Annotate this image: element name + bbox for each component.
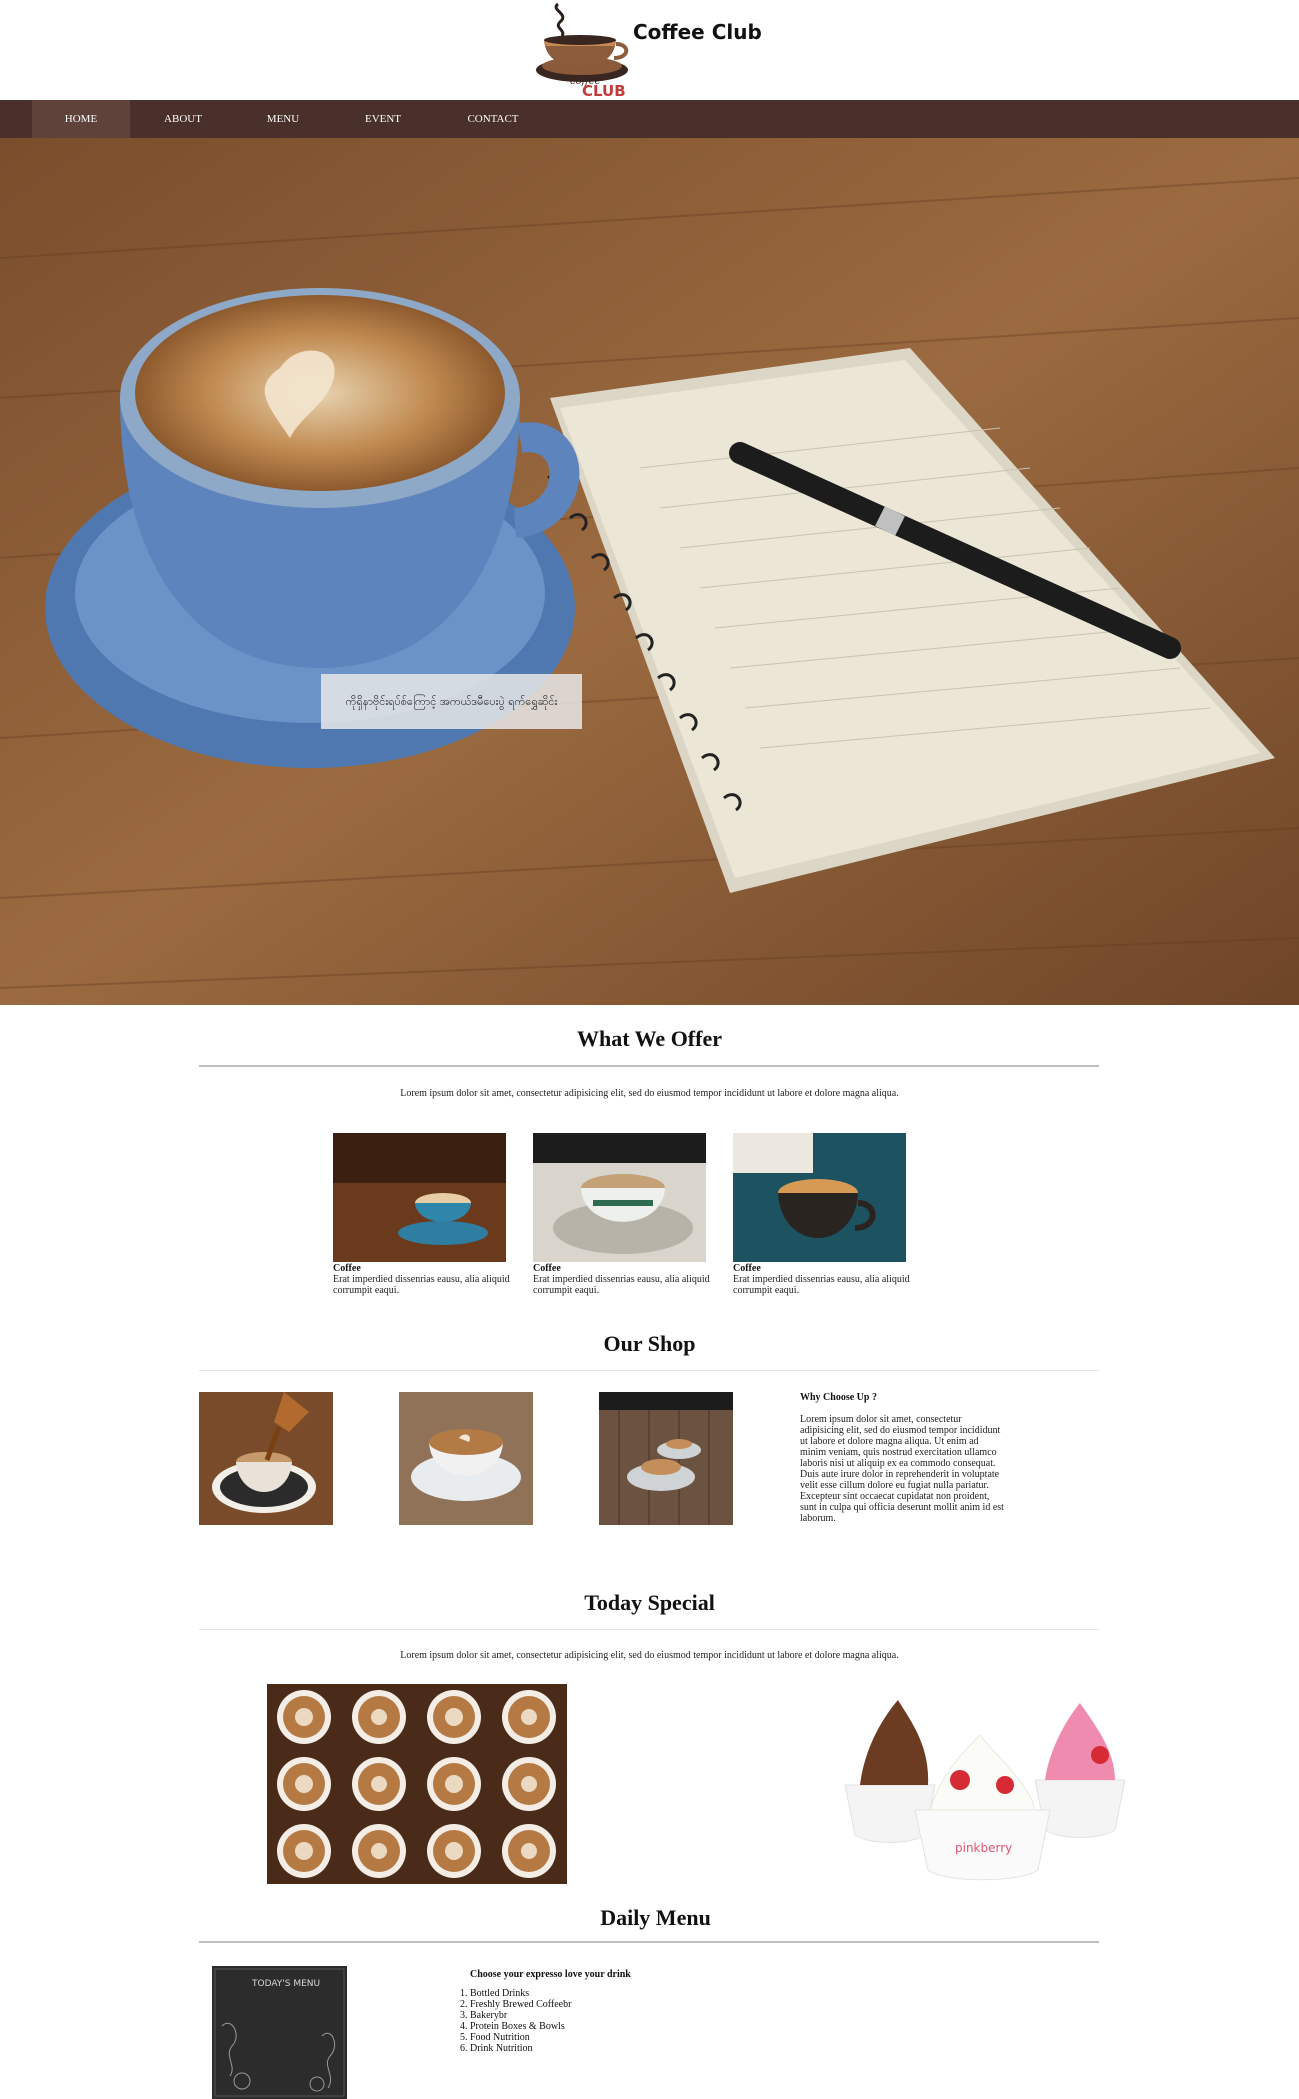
latte-art-grid-image[interactable] — [267, 1684, 567, 1884]
daily-menu-heading: Daily Menu — [600, 1905, 711, 1930]
hero-image — [0, 138, 1299, 1005]
offer-divider — [199, 1065, 1099, 1067]
daily-menu-list: Bottled Drinks Freshly Brewed Coffeebr B… — [459, 1988, 571, 2054]
nav-menu[interactable]: MENU — [242, 100, 324, 138]
hero-caption: ကိုရှိနာဗိုင်းရပ်စ်ကြောင့် အကယ်ဒမီပေးပွဲ… — [321, 674, 582, 729]
why-choose-title: Why Choose Up ? — [800, 1392, 877, 1403]
offer-card-title: Coffee — [533, 1263, 561, 1274]
svg-text:pinkberry: pinkberry — [955, 1841, 1012, 1855]
daily-menu-list-title: Choose your expresso love your drink — [470, 1969, 631, 1980]
main-navbar: HOME ABOUT MENU EVENT CONTACT — [0, 100, 1299, 138]
hero-banner: ကိုရှိနာဗိုင်းရပ်စ်ကြောင့် အကယ်ဒမီပေးပွဲ… — [0, 138, 1299, 1005]
chalkboard-menu-image[interactable]: TODAY'S MENU — [212, 1966, 347, 2099]
offer-card-text: Erat imperdied dissenrias eausu, alia al… — [333, 1274, 510, 1296]
shop-image[interactable] — [199, 1392, 333, 1525]
offer-card-image[interactable] — [733, 1133, 906, 1262]
nav-event[interactable]: EVENT — [342, 100, 424, 138]
list-item: Bakerybr — [470, 2010, 571, 2021]
list-item: Freshly Brewed Coffeebr — [470, 1999, 571, 2010]
special-intro: Lorem ipsum dolor sit amet, consectetur … — [400, 1650, 899, 1661]
offer-card-text: Erat imperdied dissenrias eausu, alia al… — [733, 1274, 910, 1296]
shop-image[interactable] — [599, 1392, 733, 1525]
special-heading: Today Special — [584, 1590, 715, 1615]
list-item: Bottled Drinks — [470, 1988, 571, 1999]
offer-intro: Lorem ipsum dolor sit amet, consectetur … — [400, 1088, 899, 1099]
coffee-cup-logo-icon: coffee CLUB — [536, 2, 629, 100]
list-item: Drink Nutrition — [470, 2043, 571, 2054]
offer-card-image[interactable] — [333, 1133, 506, 1262]
special-divider — [199, 1629, 1099, 1630]
shop-image[interactable] — [399, 1392, 533, 1525]
site-title: Coffee Club — [633, 20, 762, 44]
nav-about[interactable]: ABOUT — [142, 100, 224, 138]
offer-card-title: Coffee — [733, 1263, 761, 1274]
nav-home[interactable]: HOME — [32, 100, 130, 138]
nav-contact[interactable]: CONTACT — [452, 100, 534, 138]
offer-card-image[interactable] — [533, 1133, 706, 1262]
svg-text:CLUB: CLUB — [582, 82, 626, 100]
frozen-yogurt-image[interactable]: pinkberry — [840, 1685, 1130, 1885]
offer-card-text: Erat imperdied dissenrias eausu, alia al… — [533, 1274, 710, 1296]
offer-heading: What We Offer — [576, 1026, 722, 1051]
why-choose-text: Lorem ipsum dolor sit amet, consectetur … — [800, 1414, 1004, 1524]
list-item: Food Nutrition — [470, 2032, 571, 2043]
svg-text:TODAY'S MENU: TODAY'S MENU — [251, 1979, 320, 1989]
offer-card-title: Coffee — [333, 1263, 361, 1274]
shop-heading: Our Shop — [603, 1331, 696, 1356]
daily-menu-divider — [199, 1941, 1099, 1943]
list-item: Protein Boxes & Bowls — [470, 2021, 571, 2032]
shop-divider — [199, 1370, 1099, 1371]
site-logo[interactable]: coffee CLUB Coffee Club — [530, 0, 770, 100]
